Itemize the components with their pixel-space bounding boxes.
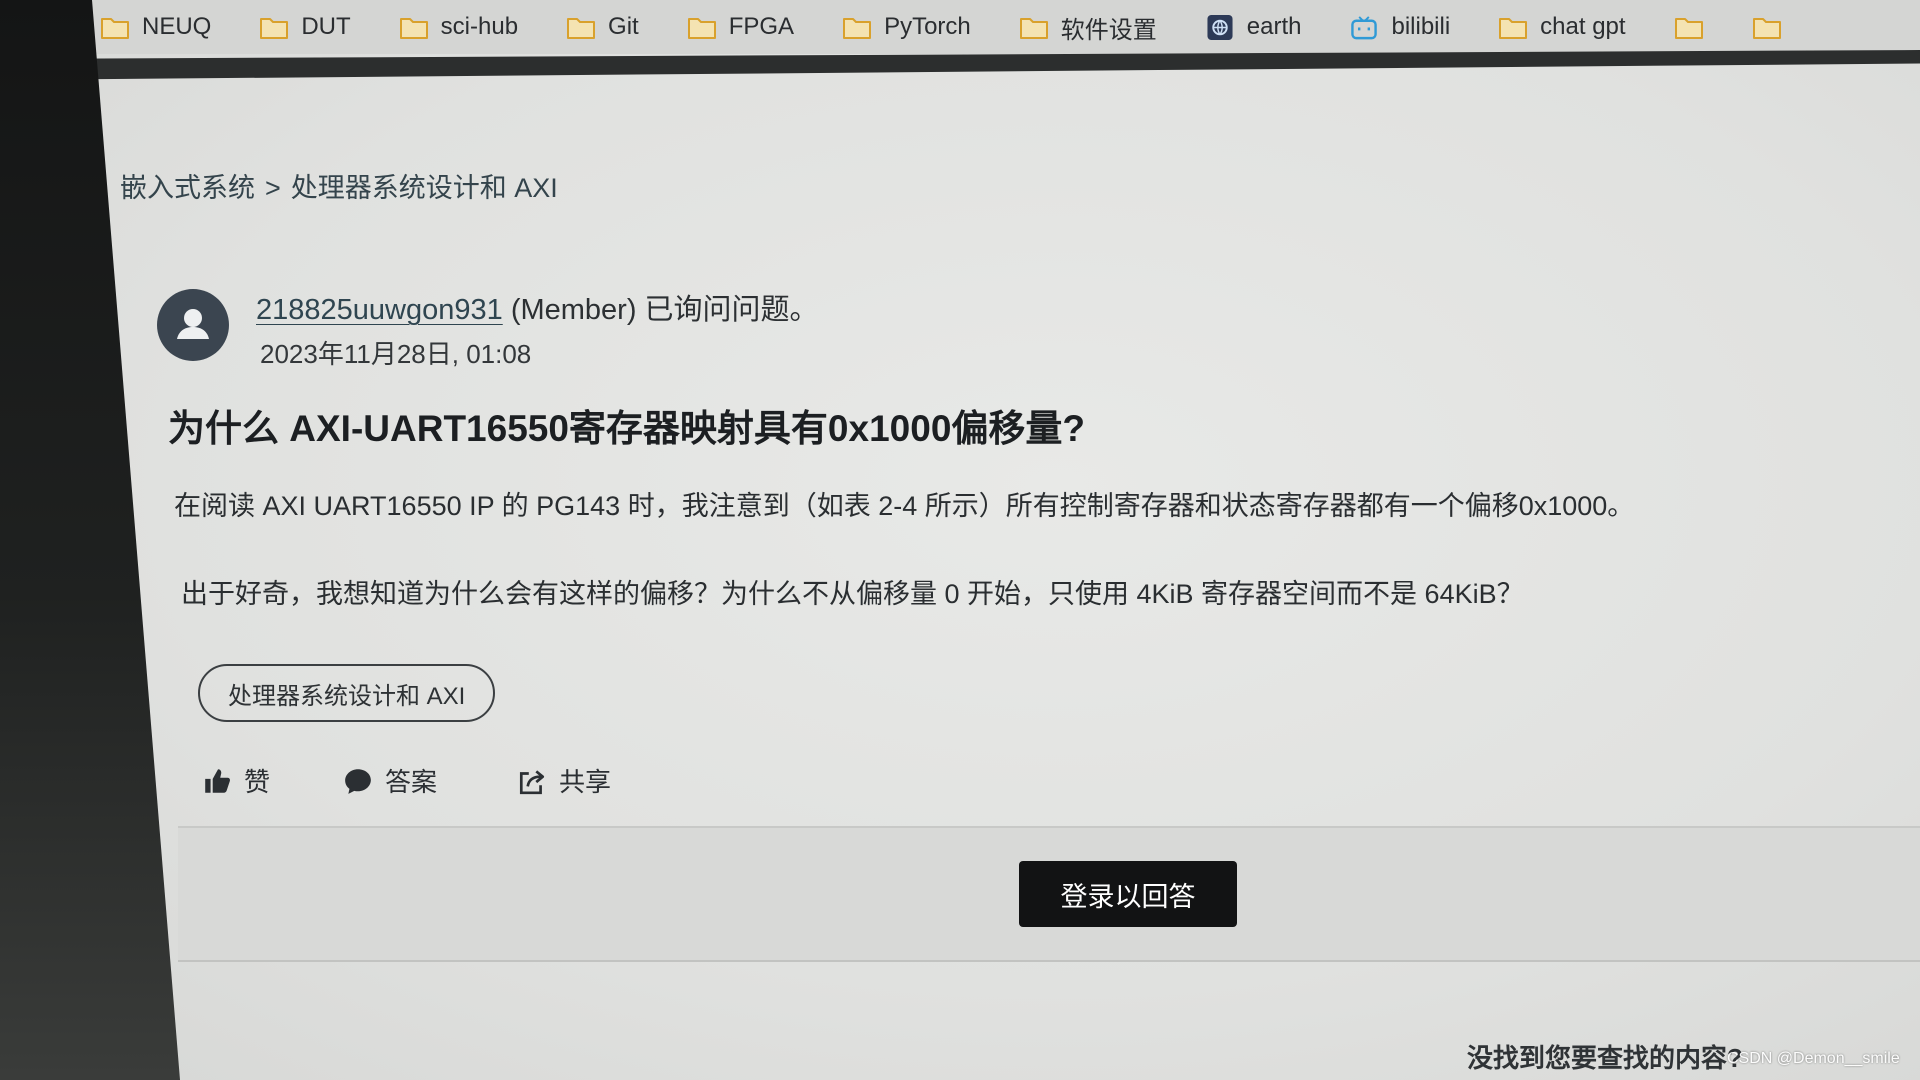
folder-icon	[1674, 14, 1704, 41]
breadcrumb-current-link[interactable]: 处理器系统设计和 AXI	[291, 173, 558, 203]
folder-icon	[399, 14, 429, 41]
bookmark-sci-hub[interactable]: sci-hub	[399, 13, 518, 41]
folder-icon	[100, 14, 130, 41]
bookmarks-bar: NEUQ DUT sci-hub Git FPGA PyTorch 软件设置 e…	[0, 0, 1920, 54]
answer-label: 答案	[385, 767, 438, 797]
bookmark-pytorch[interactable]: PyTorch	[842, 13, 971, 41]
bookmark-label: sci-hub	[440, 13, 519, 40]
bookmark-earth[interactable]: earth	[1205, 13, 1302, 41]
folder-icon	[259, 14, 289, 41]
bookmark-label: NEUQ	[142, 13, 212, 40]
bookmark-bilibili[interactable]: bilibili	[1349, 13, 1450, 41]
author-action: 已询问问题。	[644, 294, 819, 326]
breadcrumb-separator: >	[265, 173, 281, 203]
like-label: 赞	[244, 767, 271, 797]
author-link[interactable]: 218825uuwgon931	[256, 294, 503, 326]
bookmark-software-settings[interactable]: 软件设置	[1019, 10, 1157, 45]
not-found-prompt: 没找到您要查找的内容?	[1467, 1043, 1743, 1073]
post-title: 为什么 AXI-UART16550寄存器映射具有0x1000偏移量?	[168, 408, 1085, 449]
topic-tag[interactable]: 处理器系统设计和 AXI	[198, 664, 496, 722]
bookmark-folder[interactable]	[1674, 14, 1704, 41]
breadcrumb: 嵌入式系统 > 处理器系统设计和 AXI	[120, 166, 558, 205]
post-paragraph: 在阅读 AXI UART16550 IP 的 PG143 时，我注意到（如表 2…	[174, 491, 1635, 521]
page-header-band	[0, 50, 1920, 80]
bookmark-chat-gpt[interactable]: chat gpt	[1498, 13, 1626, 41]
bookmark-label: 软件设置	[1060, 16, 1157, 44]
bookmark-git[interactable]: Git	[566, 13, 639, 41]
bookmark-fpga[interactable]: FPGA	[687, 13, 794, 41]
bilibili-tv-icon	[1349, 14, 1379, 41]
folder-icon	[842, 14, 872, 41]
post-date: 2023年11月28日, 01:08	[260, 339, 532, 369]
share-icon	[517, 766, 547, 796]
monitor-bezel	[0, 0, 180, 1080]
folder-icon	[1019, 14, 1049, 41]
folder-icon	[687, 14, 717, 41]
answer-button[interactable]: 答案	[343, 762, 437, 799]
folder-icon	[566, 14, 596, 41]
bookmark-dut[interactable]: DUT	[259, 13, 351, 41]
bookmark-label: FPGA	[728, 13, 795, 40]
bookmark-neuq[interactable]: NEUQ	[100, 13, 211, 41]
like-button[interactable]: 赞	[202, 762, 270, 799]
folder-icon	[1498, 14, 1528, 41]
folder-icon	[1752, 14, 1782, 41]
earth-app-icon	[1205, 14, 1235, 41]
thumbs-up-icon	[202, 766, 232, 796]
bookmark-label: DUT	[301, 13, 351, 40]
bookmark-label: chat gpt	[1540, 13, 1626, 40]
bookmark-label: Git	[608, 13, 639, 40]
avatar[interactable]	[157, 289, 229, 361]
post-paragraph: 出于好奇，我想知道为什么会有这样的偏移？为什么不从偏移量 0 开始，只使用 4K…	[181, 579, 1524, 609]
speech-bubble-icon	[343, 766, 373, 796]
author-line: 218825uuwgon931 (Member) 已询问问题。	[256, 286, 819, 328]
bookmark-label: bilibili	[1391, 13, 1451, 40]
bookmark-label: PyTorch	[884, 13, 971, 40]
bookmark-label: earth	[1246, 13, 1302, 40]
user-avatar-icon	[157, 289, 229, 361]
share-button[interactable]: 共享	[517, 762, 611, 799]
breadcrumb-parent-link[interactable]: 嵌入式系统	[120, 173, 255, 203]
login-to-answer-button[interactable]: 登录以回答	[1019, 861, 1237, 927]
bookmark-folder[interactable]	[1752, 14, 1782, 41]
watermark: CSDN @Demon__smile	[1727, 1050, 1900, 1067]
author-role: (Member)	[510, 294, 637, 326]
share-label: 共享	[559, 767, 612, 797]
